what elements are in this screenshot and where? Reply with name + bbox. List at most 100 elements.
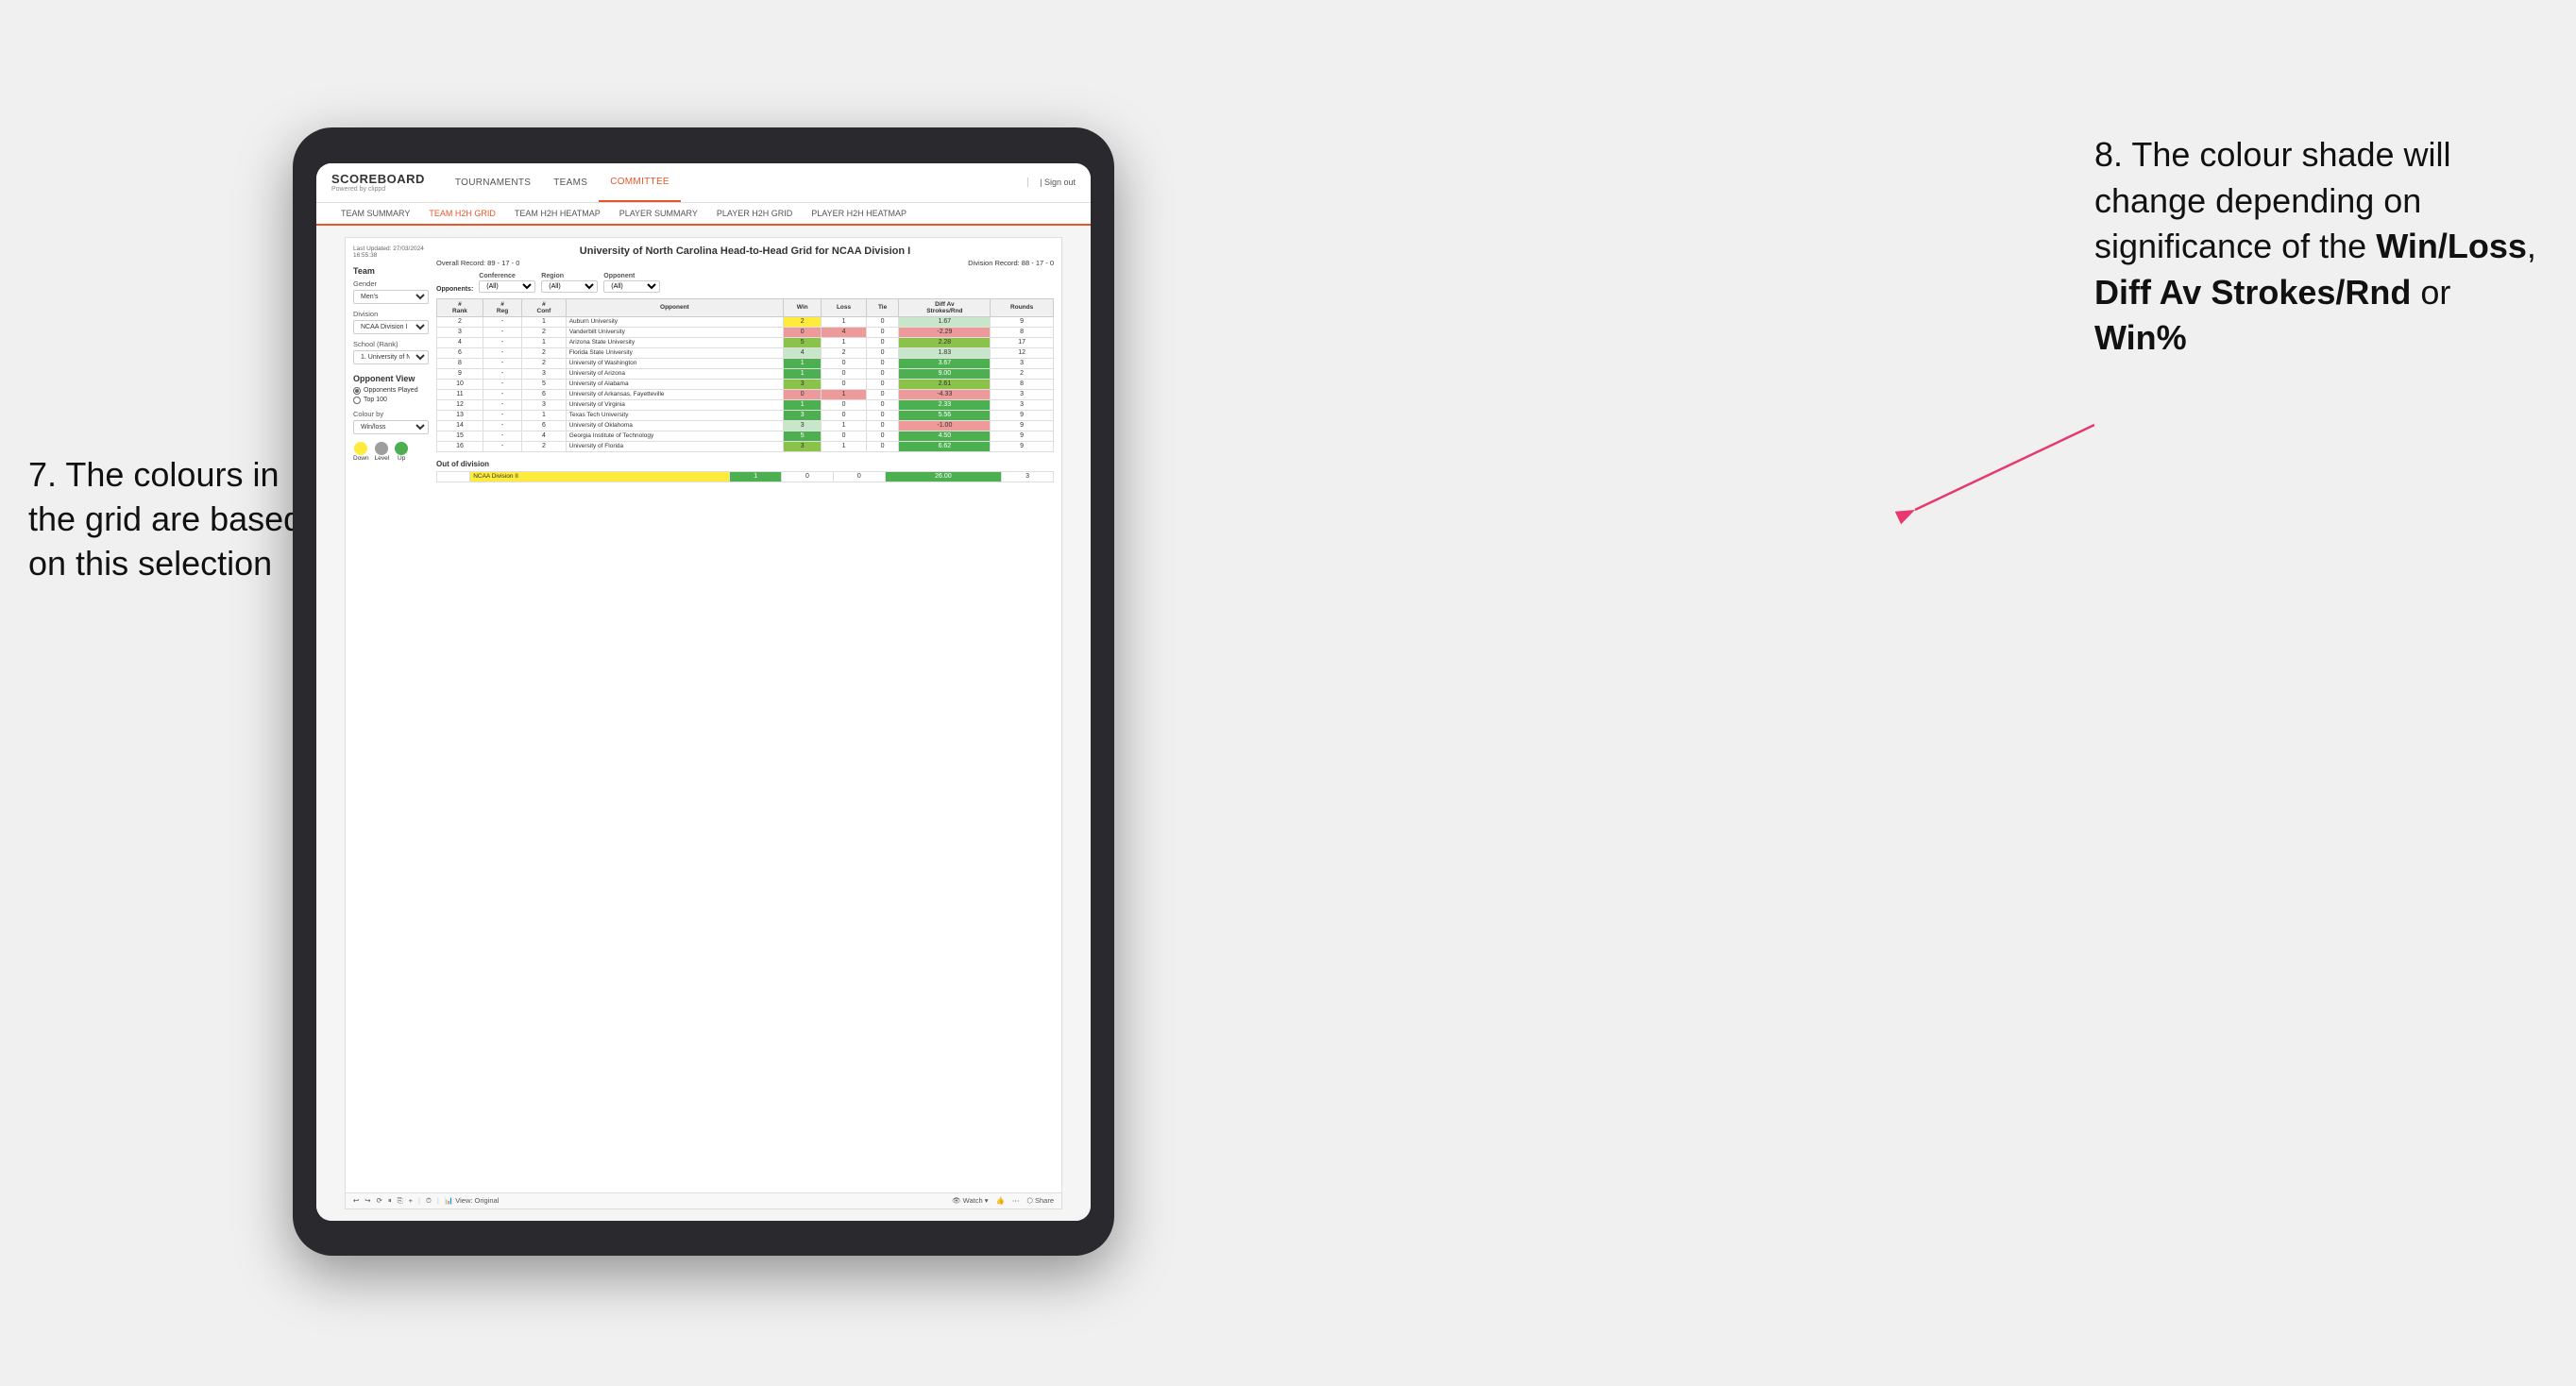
- loss-cell: 1: [822, 316, 866, 327]
- radio-top100[interactable]: Top 100: [353, 397, 429, 404]
- tie-cell: 0: [866, 368, 899, 379]
- undo-btn[interactable]: ↩: [353, 1196, 359, 1205]
- th-reg: #Reg: [483, 298, 521, 316]
- grid-subtitle: Overall Record: 89 - 17 - 0 Division Rec…: [436, 259, 1054, 267]
- logo-area: SCOREBOARD Powered by clippd: [331, 172, 425, 193]
- view-original-btn[interactable]: 📊 View: Original: [445, 1196, 500, 1205]
- more-btn[interactable]: ⋯: [1012, 1196, 1020, 1205]
- nav-committee[interactable]: COMMITTEE: [599, 163, 681, 203]
- tab-team-summary[interactable]: TEAM SUMMARY: [331, 203, 419, 224]
- table-row: 15-4Georgia Institute of Technology5004.…: [437, 431, 1054, 441]
- conf-cell: 2: [522, 358, 567, 368]
- tab-team-h2h-grid[interactable]: TEAM H2H GRID: [419, 203, 505, 226]
- th-diff: Diff AvStrokes/Rnd: [899, 298, 991, 316]
- diff-cell: 1.67: [899, 316, 991, 327]
- th-rank: #Rank: [437, 298, 483, 316]
- conf-cell: 3: [522, 368, 567, 379]
- diff-cell: 3.67: [899, 358, 991, 368]
- out-of-division-title: Out of division: [436, 460, 1054, 468]
- tie-cell: 0: [866, 431, 899, 441]
- rounds-cell: 9: [991, 441, 1054, 451]
- th-tie: Tie: [866, 298, 899, 316]
- division-label: Division: [353, 310, 429, 318]
- opponent-cell: University of Arizona: [566, 368, 783, 379]
- rank-cell: 2: [437, 316, 483, 327]
- rounds-cell: 3: [991, 389, 1054, 399]
- table-row: 14-6University of Oklahoma310-1.009: [437, 420, 1054, 431]
- radio-group: Opponents Played Top 100: [353, 387, 429, 404]
- tie-cell: 0: [866, 379, 899, 389]
- plus-btn[interactable]: +: [409, 1196, 413, 1205]
- share-btn[interactable]: ⬡ Share: [1026, 1196, 1054, 1205]
- diff-cell: -1.00: [899, 420, 991, 431]
- th-opponent: Opponent: [566, 298, 783, 316]
- copy-btn[interactable]: ⎘: [398, 1196, 403, 1206]
- th-loss: Loss: [822, 298, 866, 316]
- clock-btn[interactable]: ⏱: [426, 1196, 432, 1206]
- rank-cell: 6: [437, 347, 483, 358]
- loss-cell: 1: [822, 441, 866, 451]
- tab-player-h2h-grid[interactable]: PLAYER H2H GRID: [707, 203, 802, 224]
- redo-btn[interactable]: ↪: [364, 1196, 370, 1205]
- tableau-embed: Last Updated: 27/03/2024 16:55:38 Team G…: [345, 237, 1062, 1209]
- loss-cell: 1: [822, 389, 866, 399]
- conference-filter-select[interactable]: (All): [479, 280, 535, 293]
- division-cell: NCAA Division II: [470, 471, 730, 482]
- nav-tournaments[interactable]: TOURNAMENTS: [444, 163, 542, 203]
- division-select[interactable]: NCAA Division I: [353, 320, 429, 334]
- diff-cell: 1.83: [899, 347, 991, 358]
- rounds-cell: 9: [991, 431, 1054, 441]
- main-content: Last Updated: 27/03/2024 16:55:38 Team G…: [316, 226, 1091, 1221]
- reset-btn[interactable]: ⟳: [377, 1196, 382, 1205]
- pause-btn[interactable]: ⏸: [388, 1196, 392, 1206]
- legend-dot-level: [375, 442, 388, 455]
- rank-cell: 8: [437, 358, 483, 368]
- rank-cell: 12: [437, 399, 483, 410]
- tie-cell: 0: [866, 399, 899, 410]
- colour-by-label: Colour by: [353, 410, 429, 418]
- radio-dot-opponents: [353, 387, 361, 395]
- viz-content: Last Updated: 27/03/2024 16:55:38 Team G…: [346, 238, 1061, 1192]
- legend-up: Up: [395, 442, 408, 462]
- conf-cell: 1: [522, 316, 567, 327]
- tie-cell: 0: [866, 420, 899, 431]
- win-cell: 0: [784, 389, 822, 399]
- opponent-cell: University of Arkansas, Fayetteville: [566, 389, 783, 399]
- tab-team-h2h-heatmap[interactable]: TEAM H2H HEATMAP: [505, 203, 610, 224]
- tablet-screen: SCOREBOARD Powered by clippd TOURNAMENTS…: [316, 163, 1091, 1221]
- bottom-toolbar: ↩ ↪ ⟳ ⏸ ⎘ + | ⏱ | 📊 View: Original 👁 Wat…: [346, 1192, 1061, 1209]
- loss-cell: 0: [822, 368, 866, 379]
- tie-cell: 0: [866, 389, 899, 399]
- rounds-cell: 9: [991, 316, 1054, 327]
- tie-cell: 0: [866, 327, 899, 337]
- school-select[interactable]: 1. University of North...: [353, 350, 429, 364]
- tie-cell: 0: [866, 347, 899, 358]
- reg-cell: -: [483, 389, 521, 399]
- win-cell: 5: [784, 431, 822, 441]
- division-name: [437, 471, 470, 482]
- gender-select[interactable]: Men's: [353, 290, 429, 304]
- out-of-division-table: NCAA Division II 1 0 0 26.00 3: [436, 471, 1054, 482]
- win-cell: 4: [784, 347, 822, 358]
- rank-cell: 10: [437, 379, 483, 389]
- region-filter-select[interactable]: (All): [541, 280, 598, 293]
- colour-by-select[interactable]: Win/loss: [353, 420, 429, 434]
- th-rounds: Rounds: [991, 298, 1054, 316]
- radio-opponents-played[interactable]: Opponents Played: [353, 387, 429, 395]
- diff-cell: -2.29: [899, 327, 991, 337]
- opponent-filter-select[interactable]: (All): [603, 280, 660, 293]
- table-row: 16-2University of Florida3106.629: [437, 441, 1054, 451]
- tablet-frame: SCOREBOARD Powered by clippd TOURNAMENTS…: [293, 127, 1114, 1256]
- tab-player-h2h-heatmap[interactable]: PLAYER H2H HEATMAP: [802, 203, 916, 224]
- reg-cell: -: [483, 410, 521, 420]
- sign-out-link[interactable]: | Sign out: [1027, 177, 1076, 187]
- nav-teams[interactable]: TEAMS: [542, 163, 599, 203]
- watch-btn[interactable]: 👁 Watch ▾: [952, 1196, 988, 1205]
- win-cell: 2: [784, 316, 822, 327]
- sub-nav: TEAM SUMMARY TEAM H2H GRID TEAM H2H HEAT…: [316, 203, 1091, 226]
- opponent-cell: University of Washington: [566, 358, 783, 368]
- thumbs-btn[interactable]: 👍: [996, 1196, 1005, 1205]
- opponent-cell: Florida State University: [566, 347, 783, 358]
- rank-cell: 15: [437, 431, 483, 441]
- tab-player-summary[interactable]: PLAYER SUMMARY: [610, 203, 707, 224]
